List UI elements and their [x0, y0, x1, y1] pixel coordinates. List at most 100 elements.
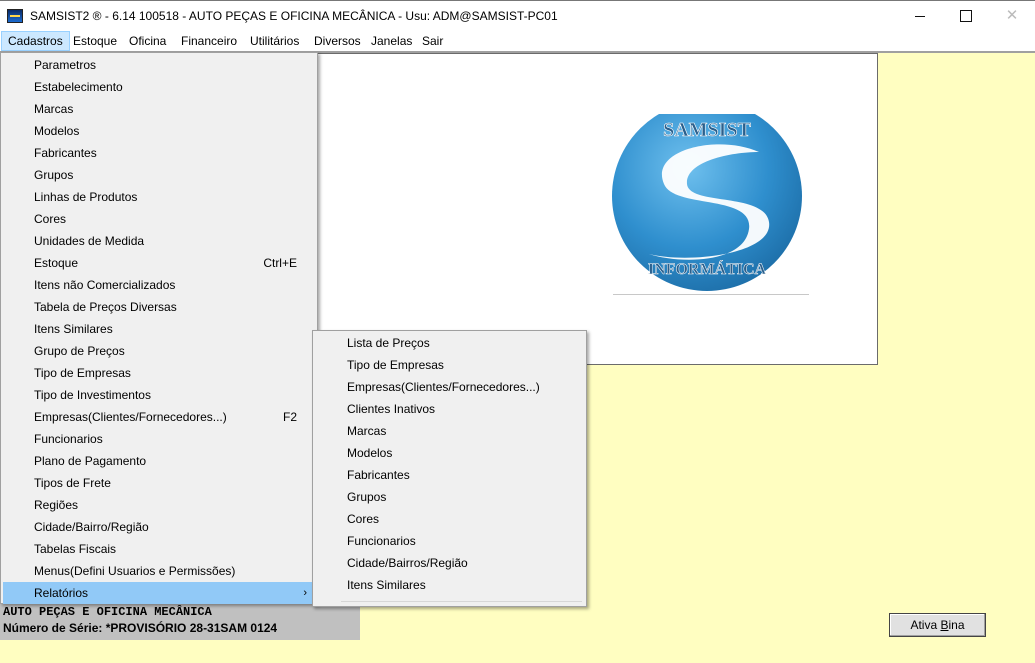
submenu-item-marcas[interactable]: Marcas	[315, 420, 584, 442]
submenu-item-funcionarios[interactable]: Funcionarios	[315, 530, 584, 552]
submenu-item-label: Tipo de Empresas	[347, 358, 444, 372]
logo-window: SAMSIST INFORMÁTICA	[316, 53, 878, 365]
serial-number: Número de Série: *PROVISÓRIO 28-31SAM 01…	[3, 621, 278, 635]
menu-item-shortcut: Ctrl+E	[263, 256, 297, 270]
menu-item-label: Tabelas Fiscais	[34, 542, 117, 556]
menu-item-label: Marcas	[34, 102, 74, 116]
relatorios-submenu: Lista de Preços Tipo de Empresas Empresa…	[312, 330, 587, 607]
minimize-icon	[915, 15, 925, 17]
menu-item-menus[interactable]: Menus(Defini Usuarios e Permissões)	[3, 560, 315, 582]
bina-label-prefix: Ativa	[910, 618, 941, 632]
menu-oficina[interactable]: Oficina	[123, 31, 172, 51]
submenu-item-clientes-inativos[interactable]: Clientes Inativos	[315, 398, 584, 420]
menu-item-label: Estabelecimento	[34, 80, 123, 94]
menu-item-shortcut: F2	[282, 410, 297, 424]
submenu-item-label: Cidade/Bairros/Região	[347, 556, 468, 570]
menu-item-relatorios[interactable]: Relatórios ›	[3, 582, 315, 604]
menu-item-parametros[interactable]: Parametros	[3, 54, 315, 76]
menu-item-regioes[interactable]: Regiões	[3, 494, 315, 516]
menu-item-tabelas-fiscais[interactable]: Tabelas Fiscais	[3, 538, 315, 560]
submenu-item-lista-de-precos[interactable]: Lista de Preços	[315, 332, 584, 354]
ativa-bina-button[interactable]: Ativa Bina	[889, 613, 986, 637]
maximize-icon	[960, 10, 972, 23]
maximize-button[interactable]	[943, 1, 989, 31]
menu-item-cidade-bairro-regiao[interactable]: Cidade/Bairro/Região	[3, 516, 315, 538]
menu-item-label: Itens não Comercializados	[34, 278, 176, 292]
menu-item-estoque[interactable]: Estoque Ctrl+E	[3, 252, 315, 274]
menu-item-label: Grupos	[34, 168, 74, 182]
menu-item-tipo-de-empresas[interactable]: Tipo de Empresas	[3, 362, 315, 384]
menu-item-label: Grupo de Preços	[34, 344, 125, 358]
status-panel: AUTO PEÇAS E OFICINA MECÂNICA Número de …	[0, 604, 360, 640]
submenu-item-cidade-bairros-regiao[interactable]: Cidade/Bairros/Região	[315, 552, 584, 574]
close-icon: ✕	[1005, 7, 1019, 24]
menu-item-funcionarios[interactable]: Funcionarios	[3, 428, 315, 450]
menu-item-unidades-de-medida[interactable]: Unidades de Medida	[3, 230, 315, 252]
menu-item-label: Plano de Pagamento	[34, 454, 147, 468]
company-name: AUTO PEÇAS E OFICINA MECÂNICA	[3, 605, 212, 619]
menu-item-itens-similares[interactable]: Itens Similares	[3, 318, 315, 340]
menu-item-linhas-de-produtos[interactable]: Linhas de Produtos	[3, 186, 315, 208]
minimize-button[interactable]	[897, 1, 943, 31]
menu-item-fabricantes[interactable]: Fabricantes	[3, 142, 315, 164]
menu-cadastros[interactable]: Cadastros	[1, 31, 70, 51]
menu-item-label: Tipo de Empresas	[34, 366, 131, 380]
menu-item-label: Cidade/Bairro/Região	[34, 520, 149, 534]
menu-item-label: Modelos	[34, 124, 80, 138]
menu-sair[interactable]: Sair	[416, 31, 449, 51]
menu-item-itens-nao-comercializados[interactable]: Itens não Comercializados	[3, 274, 315, 296]
menu-item-plano-de-pagamento[interactable]: Plano de Pagamento	[3, 450, 315, 472]
menu-item-grupo-de-precos[interactable]: Grupo de Preços	[3, 340, 315, 362]
submenu-item-label: Itens Similares	[347, 578, 426, 592]
menu-item-label: Estoque	[34, 256, 79, 270]
menu-item-label: Parametros	[34, 58, 97, 72]
menu-item-label: Tabela de Preços Diversas	[34, 300, 177, 314]
app-icon[interactable]	[7, 9, 23, 23]
submenu-item-label: Fabricantes	[347, 468, 410, 482]
submenu-item-label: Grupos	[347, 490, 387, 504]
submenu-item-fabricantes[interactable]: Fabricantes	[315, 464, 584, 486]
samsist-logo: SAMSIST INFORMÁTICA	[612, 114, 802, 291]
menu-item-tipo-de-investimentos[interactable]: Tipo de Investimentos	[3, 384, 315, 406]
submenu-item-label: Marcas	[347, 424, 387, 438]
menu-item-label: Regiões	[34, 498, 79, 512]
title-bar: SAMSIST2 ® - 6.14 100518 - AUTO PEÇAS E …	[0, 0, 1035, 31]
menu-item-modelos[interactable]: Modelos	[3, 120, 315, 142]
submenu-item-cores[interactable]: Cores	[315, 508, 584, 530]
menu-item-label: Menus(Defini Usuarios e Permissões)	[34, 564, 236, 578]
submenu-item-grupos[interactable]: Grupos	[315, 486, 584, 508]
window-title: SAMSIST2 ® - 6.14 100518 - AUTO PEÇAS E …	[30, 9, 558, 23]
submenu-item-label: Lista de Preços	[347, 336, 430, 350]
logo-divider	[613, 294, 809, 295]
logo-bottom-text: INFORMÁTICA	[648, 259, 767, 278]
menu-item-tipos-de-frete[interactable]: Tipos de Frete	[3, 472, 315, 494]
menu-item-grupos[interactable]: Grupos	[3, 164, 315, 186]
menu-item-estabelecimento[interactable]: Estabelecimento	[3, 76, 315, 98]
submenu-item-label: Funcionarios	[347, 534, 416, 548]
menu-item-empresas[interactable]: Empresas(Clientes/Fornecedores...) F2	[3, 406, 315, 428]
submenu-arrow-icon: ›	[303, 587, 307, 599]
submenu-item-label: Clientes Inativos	[347, 402, 436, 416]
submenu-item-label: Modelos	[347, 446, 393, 460]
submenu-separator	[341, 601, 582, 602]
menu-item-label: Funcionarios	[34, 432, 103, 446]
menu-financeiro[interactable]: Financeiro	[175, 31, 243, 51]
submenu-item-modelos[interactable]: Modelos	[315, 442, 584, 464]
logo-top-text: SAMSIST	[663, 119, 751, 141]
menu-item-cores[interactable]: Cores	[3, 208, 315, 230]
menu-item-label: Tipos de Frete	[34, 476, 111, 490]
menu-janelas[interactable]: Janelas	[365, 31, 418, 51]
cadastros-menu: Parametros Estabelecimento Marcas Modelo…	[0, 52, 318, 604]
submenu-item-tipo-de-empresas[interactable]: Tipo de Empresas	[315, 354, 584, 376]
menu-diversos[interactable]: Diversos	[308, 31, 367, 51]
menu-utilitarios[interactable]: Utilitários	[244, 31, 305, 51]
submenu-item-empresas[interactable]: Empresas(Clientes/Fornecedores...)	[315, 376, 584, 398]
menu-item-tabela-de-precos-diversas[interactable]: Tabela de Preços Diversas	[3, 296, 315, 318]
menu-item-label: Fabricantes	[34, 146, 97, 160]
menu-item-label: Unidades de Medida	[34, 234, 145, 248]
menu-item-label: Tipo de Investimentos	[34, 388, 151, 402]
menu-item-marcas[interactable]: Marcas	[3, 98, 315, 120]
close-button[interactable]: ✕	[989, 1, 1035, 31]
submenu-item-itens-similares[interactable]: Itens Similares	[315, 574, 584, 596]
menu-estoque[interactable]: Estoque	[67, 31, 123, 51]
